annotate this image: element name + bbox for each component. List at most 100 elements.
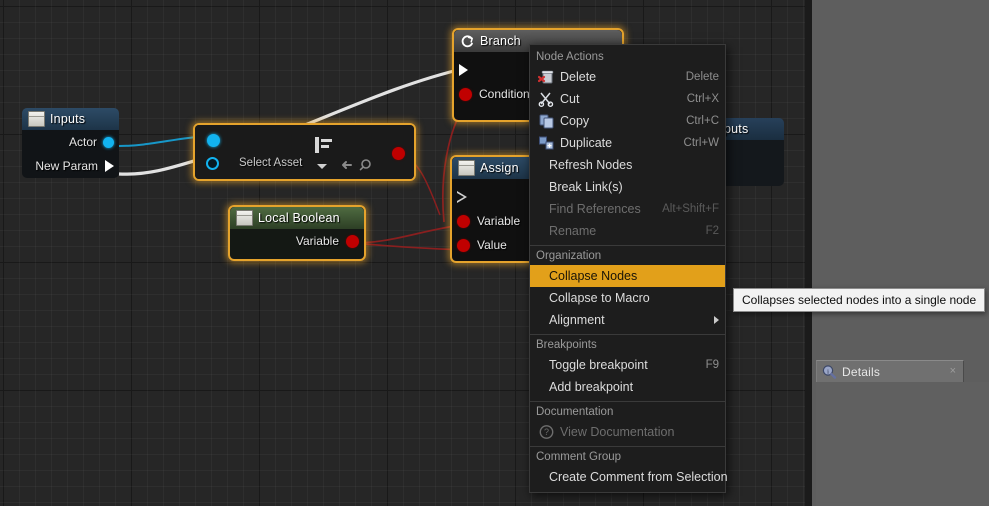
- node-context-menu[interactable]: Node Actions Delete Delete Cut Ctrl+X Copy Ctr…: [529, 44, 728, 493]
- duplicate-icon: [538, 135, 555, 151]
- menu-item-break-link-s[interactable]: Break Link(s): [530, 176, 725, 198]
- variable-box-icon: [28, 111, 45, 127]
- pin-actor-object[interactable]: [103, 136, 114, 148]
- menu-item-duplicate[interactable]: Duplicate Ctrl+W: [530, 132, 725, 154]
- menu-item-shortcut: F9: [705, 359, 719, 371]
- menu-item-collapse-nodes[interactable]: Collapse Nodes: [530, 265, 725, 287]
- pin-value-bool[interactable]: [457, 238, 470, 252]
- pin-variable-bool[interactable]: [457, 214, 470, 228]
- chevron-down-icon[interactable]: [317, 164, 327, 169]
- pin-row-variable[interactable]: Variable: [230, 229, 364, 253]
- details-tab-label: Details: [842, 364, 881, 379]
- node-body: Select Asset: [195, 125, 414, 179]
- browse-arrow-icon[interactable]: [337, 158, 353, 177]
- menu-item-label: Refresh Nodes: [549, 158, 633, 172]
- menu-item-add-breakpoint[interactable]: Add breakpoint: [530, 376, 725, 398]
- menu-item-shortcut: F2: [705, 225, 719, 237]
- pin-label-variable: Variable: [295, 234, 339, 248]
- help-icon: ?: [538, 424, 555, 440]
- menu-item-view-documentation: ? View Documentation: [530, 421, 725, 443]
- menu-item-label: View Documentation: [560, 425, 675, 439]
- menu-item-label: Find References: [549, 202, 641, 216]
- menu-section-heading: Documentation: [530, 401, 725, 421]
- menu-item-label: Break Link(s): [549, 180, 623, 194]
- details-tab[interactable]: i Details ×: [816, 360, 964, 382]
- menu-item-label: Alignment: [549, 313, 605, 327]
- chevron-right-icon: [714, 316, 719, 324]
- pin-label-condition: Condition: [479, 87, 530, 101]
- node-title: puts: [724, 122, 749, 136]
- node-local-boolean[interactable]: Local Boolean Variable: [228, 205, 366, 261]
- branch-icon: [460, 34, 475, 49]
- menu-item-label: Rename: [549, 224, 597, 238]
- details-magnifier-icon: i: [821, 364, 837, 380]
- pin-object-in[interactable]: [207, 134, 220, 147]
- tooltip-text: Collapses selected nodes into a single n…: [742, 293, 977, 307]
- node-title: Local Boolean: [258, 211, 340, 225]
- tooltip: Collapses selected nodes into a single n…: [733, 288, 986, 312]
- menu-item-label: Collapse to Macro: [549, 291, 650, 305]
- svg-text:?: ?: [544, 427, 549, 437]
- pin-exec-in[interactable]: [459, 64, 468, 76]
- node-body: Actor New Param: [22, 130, 119, 178]
- copy-icon: [538, 113, 555, 129]
- menu-item-label: Collapse Nodes: [549, 269, 638, 283]
- select-asset-label[interactable]: Select Asset: [239, 157, 302, 169]
- menu-item-label: Cut: [560, 92, 580, 106]
- node-header: Inputs: [22, 108, 119, 130]
- pin-row-new-param[interactable]: New Param: [22, 154, 119, 178]
- magnifier-icon[interactable]: [358, 158, 374, 177]
- menu-section-heading: Comment Group: [530, 446, 725, 466]
- menu-item-label: Copy: [560, 114, 590, 128]
- menu-item-rename: Rename F2: [530, 220, 725, 242]
- menu-item-shortcut: Delete: [685, 71, 719, 83]
- asset-picker-icon: [312, 137, 334, 160]
- pin-object-in-secondary[interactable]: [206, 157, 219, 170]
- svg-text:i: i: [827, 368, 829, 375]
- menu-item-copy[interactable]: Copy Ctrl+C: [530, 110, 725, 132]
- node-title: Branch: [480, 34, 521, 48]
- pin-bool-out[interactable]: [392, 147, 405, 160]
- menu-item-find-references: Find References Alt+Shift+F: [530, 198, 725, 220]
- menu-item-shortcut: Ctrl+X: [686, 93, 719, 105]
- menu-item-label: Toggle breakpoint: [549, 358, 648, 372]
- pin-new-param-exec[interactable]: [105, 160, 114, 172]
- pin-condition-bool[interactable]: [459, 87, 472, 101]
- node-body: Variable: [230, 229, 364, 259]
- pin-variable-bool[interactable]: [346, 234, 359, 248]
- graph-right-edge: [805, 0, 812, 506]
- menu-item-refresh-nodes[interactable]: Refresh Nodes: [530, 154, 725, 176]
- menu-item-shortcut: Alt+Shift+F: [662, 203, 719, 215]
- menu-item-toggle-breakpoint[interactable]: Toggle breakpoint F9: [530, 354, 725, 376]
- details-panel-body: [816, 382, 989, 506]
- menu-item-label: Duplicate: [560, 136, 613, 150]
- pin-label-actor: Actor: [68, 135, 97, 149]
- menu-section-heading: Breakpoints: [530, 334, 725, 354]
- node-outputs[interactable]: puts: [718, 118, 784, 186]
- node-title: Assign: [480, 161, 519, 175]
- menu-item-create-comment-from-selection[interactable]: Create Comment from Selection: [530, 466, 728, 488]
- node-inputs[interactable]: Inputs Actor New Param: [22, 108, 119, 178]
- menu-item-alignment[interactable]: Alignment: [530, 309, 725, 331]
- menu-item-label: Create Comment from Selection: [549, 470, 728, 484]
- menu-item-label: Add breakpoint: [549, 380, 634, 394]
- delete-icon: [537, 69, 555, 85]
- menu-item-delete[interactable]: Delete Delete: [530, 66, 725, 88]
- menu-section-heading: Organization: [530, 245, 725, 265]
- node-header: Local Boolean: [230, 207, 364, 229]
- cut-icon: [538, 91, 555, 108]
- menu-item-collapse-to-macro[interactable]: Collapse to Macro: [530, 287, 725, 309]
- pin-label-new-param: New Param: [35, 159, 98, 173]
- pin-label-value: Value: [477, 238, 507, 252]
- menu-item-label: Delete: [560, 70, 597, 84]
- menu-item-cut[interactable]: Cut Ctrl+X: [530, 88, 725, 110]
- node-header: puts: [718, 118, 784, 140]
- pin-label-variable: Variable: [477, 214, 521, 228]
- pin-row-actor[interactable]: Actor: [22, 130, 119, 154]
- close-icon[interactable]: ×: [950, 366, 956, 377]
- pin-exec-in[interactable]: [457, 191, 467, 203]
- right-dock-panel: i Details ×: [812, 0, 989, 506]
- menu-item-shortcut: Ctrl+C: [686, 115, 719, 127]
- node-select-asset[interactable]: Select Asset: [193, 123, 416, 181]
- menu-item-shortcut: Ctrl+W: [683, 137, 719, 149]
